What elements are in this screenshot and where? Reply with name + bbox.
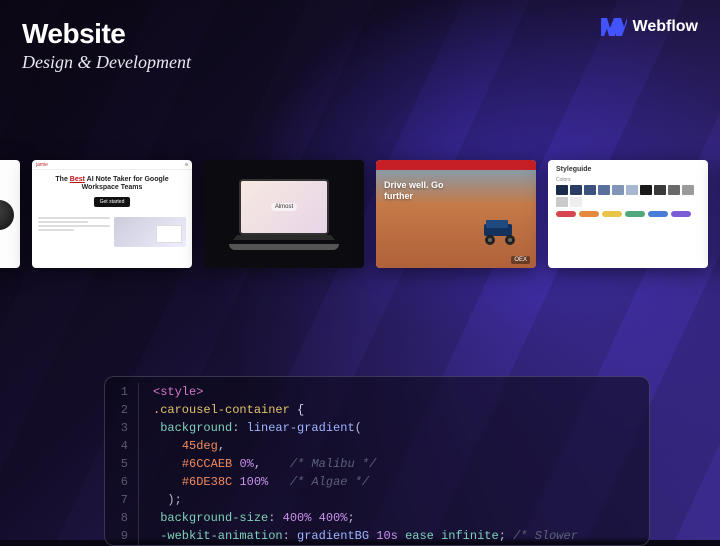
line-number-gutter: 123456789 (105, 383, 139, 545)
code-token: 100% (239, 475, 268, 489)
code-token: #6DE38C (182, 475, 232, 489)
webflow-icon (601, 18, 627, 36)
header: Website Design & Development Webflow (22, 18, 698, 73)
page-subtitle: Design & Development (22, 52, 191, 73)
page-title: Website (22, 18, 191, 50)
brand-logo[interactable]: Webflow (601, 18, 698, 36)
code-token: 10s (376, 529, 398, 543)
code-comment: /* Algae */ (290, 475, 369, 489)
swatch-row (556, 185, 700, 207)
code-token: background-size (153, 511, 268, 525)
portfolio-carousel[interactable]: jamie The Best AI Note Taker for Google … (0, 160, 720, 280)
code-token: background (153, 421, 232, 435)
carousel-slide-laptop[interactable]: Almost (204, 160, 364, 268)
code-token: ease (405, 529, 434, 543)
carousel-slide-drive[interactable]: Drive well. Go further OEX (376, 160, 536, 268)
code-token: linear-gradient (247, 421, 355, 435)
code-token: { (290, 403, 304, 417)
mini-browser-bar: jamie (32, 160, 192, 170)
code-token: ); (167, 493, 181, 507)
red-topbar (376, 160, 536, 170)
cta-button: Get started (94, 197, 131, 207)
colors-label: Colors (556, 177, 700, 183)
code-token: gradientBG (297, 529, 369, 543)
code-token: -webkit-animation (153, 529, 283, 543)
vehicle-icon (478, 220, 522, 246)
carousel-slide-styleguide[interactable]: Styleguide Colors (548, 160, 708, 268)
code-token: .carousel-container (153, 403, 290, 417)
code-editor[interactable]: 123456789 <style> .carousel-container { … (104, 376, 650, 546)
slide-columns (32, 213, 192, 251)
code-token: 0% (239, 457, 253, 471)
headline-highlight: Best (70, 176, 85, 183)
code-content: <style> .carousel-container { background… (139, 383, 649, 545)
headline-prefix: The (55, 176, 69, 183)
carousel-slide-notetaker[interactable]: jamie The Best AI Note Taker for Google … (32, 160, 192, 268)
code-token: 400% 400% (283, 511, 348, 525)
laptop-badge: Almost (271, 203, 297, 211)
pill-row (556, 211, 700, 217)
code-token: infinite (441, 529, 499, 543)
drive-hero: Drive well. Go further OEX (376, 170, 536, 268)
laptop-mockup: Almost (229, 179, 339, 249)
headline-rest: AI Note Taker for Google Workspace Teams (82, 176, 169, 191)
brand-name: Webflow (633, 18, 698, 36)
drive-tagline: Drive well. Go further (384, 180, 444, 202)
code-token: <style> (153, 385, 203, 399)
corner-badge: OEX (511, 256, 530, 264)
code-token: 45deg (182, 439, 218, 453)
title-block: Website Design & Development (22, 18, 191, 73)
carousel-slide-peek-left[interactable] (0, 160, 20, 268)
code-comment: /* Malibu */ (290, 457, 376, 471)
styleguide-title: Styleguide (556, 166, 700, 173)
slide-hero: The Best AI Note Taker for Google Worksp… (32, 170, 192, 213)
code-comment: /* Slower (513, 529, 578, 543)
code-token: #6CCAEB (182, 457, 232, 471)
